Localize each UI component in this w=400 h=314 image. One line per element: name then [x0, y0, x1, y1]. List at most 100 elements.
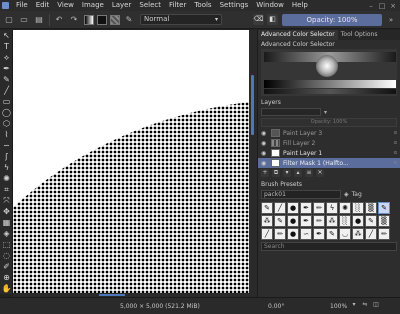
brush-preset[interactable]: ✏ — [274, 228, 286, 240]
multibrush-icon[interactable]: ✺ — [0, 173, 13, 184]
tag-dropdown[interactable]: Tag — [352, 191, 362, 198]
brush-preset[interactable]: ✺ — [339, 202, 351, 214]
edit-shapes-icon[interactable]: ⟡ — [0, 52, 13, 63]
brush-preset[interactable]: ✎ — [261, 202, 273, 214]
layer-flags[interactable]: α — [378, 140, 400, 146]
rotation-readout[interactable]: 0.00° — [268, 303, 284, 310]
select-shapes-icon[interactable]: ↖ — [0, 30, 13, 41]
brush-preset[interactable]: ϟ — [326, 202, 338, 214]
menu-select[interactable]: Select — [135, 0, 165, 11]
ellipse-tool-icon[interactable]: ◯ — [0, 107, 13, 118]
brush-preset[interactable]: ░ — [352, 202, 364, 214]
layer-flags[interactable]: α — [378, 150, 400, 156]
crop-tool-icon[interactable]: ⌗ — [0, 184, 13, 195]
wrap-icon[interactable]: ◫ — [372, 301, 380, 309]
brush-preset[interactable]: ● — [352, 215, 364, 227]
menu-window[interactable]: Window — [252, 0, 288, 11]
alpha-lock-icon[interactable]: ◧ — [267, 14, 278, 25]
filter-icon[interactable]: ▾ — [324, 109, 327, 116]
menu-view[interactable]: View — [53, 0, 78, 11]
menu-settings[interactable]: Settings — [216, 0, 253, 11]
color-picker-icon[interactable]: ✐ — [0, 261, 13, 272]
brush-preset[interactable]: ✏ — [378, 228, 390, 240]
canvas[interactable] — [13, 30, 257, 293]
brush-tag-filter[interactable]: pack01 — [261, 190, 341, 199]
brush-search-input[interactable]: Search — [261, 242, 397, 251]
move-tool-icon[interactable]: ✥ — [0, 206, 13, 217]
brush-preset[interactable]: ✒ — [300, 215, 312, 227]
transform-tool-icon[interactable]: ⤧ — [0, 195, 13, 206]
brush-preset[interactable]: ✎ — [274, 215, 286, 227]
duplicate-layer-icon[interactable]: ⧉ — [272, 169, 280, 177]
brush-preset[interactable]: ╱ — [274, 202, 286, 214]
visibility-eye-icon[interactable]: ◉ — [261, 140, 268, 147]
layer-flags[interactable]: α — [378, 130, 400, 136]
mirror-icon[interactable]: ⇋ — [361, 301, 369, 309]
freehand-brush-icon[interactable]: ✎ — [0, 74, 13, 85]
layer-properties-icon[interactable]: ≡ — [305, 169, 313, 177]
tab-advanced-color-selector[interactable]: Advanced Color Selector — [258, 30, 338, 40]
brush-preset[interactable]: ✏ — [313, 215, 325, 227]
undo-icon[interactable]: ↶ — [53, 14, 65, 26]
calligraphy-icon[interactable]: ✒ — [0, 63, 13, 74]
brush-preset[interactable]: ⁂ — [352, 228, 364, 240]
close-icon[interactable]: × — [389, 2, 397, 10]
layer-row[interactable]: ◉ Paint Layer 1 α — [258, 148, 400, 158]
tab-tool-options[interactable]: Tool Options — [338, 30, 381, 40]
maximize-icon[interactable]: □ — [378, 2, 386, 10]
brush-preset[interactable]: ╱ — [365, 228, 377, 240]
menu-image[interactable]: Image — [78, 0, 108, 11]
gradient-swatch[interactable] — [84, 14, 94, 25]
eraser-mode-icon[interactable]: ⌫ — [253, 14, 264, 25]
visibility-eye-icon[interactable]: ◉ — [261, 130, 268, 137]
polygon-tool-icon[interactable]: ⬡ — [0, 118, 13, 129]
hue-bar[interactable] — [264, 89, 396, 94]
gradient-tool-icon[interactable]: ▦ — [0, 217, 13, 228]
value-gradient-bar[interactable] — [264, 80, 396, 88]
redo-icon[interactable]: ↷ — [68, 14, 80, 26]
brush-preset[interactable]: ● — [287, 228, 299, 240]
more-options-icon[interactable]: » — [386, 15, 396, 25]
layer-row[interactable]: ◉ Fill Layer 2 α — [258, 138, 400, 148]
bezier-tool-icon[interactable]: ∽ — [0, 140, 13, 151]
brush-preset[interactable]: ● — [287, 215, 299, 227]
opacity-slider[interactable]: Opacity: 100% — [282, 14, 382, 26]
freehand-path-icon[interactable]: ʃ — [0, 151, 13, 162]
brush-preset[interactable]: ✎ — [365, 215, 377, 227]
zoom-tool-icon[interactable]: ⊕ — [0, 272, 13, 283]
canvas-vertical-scrollbar[interactable] — [249, 30, 257, 293]
open-document-icon[interactable]: ▭ — [18, 14, 30, 26]
text-tool-icon[interactable]: T — [0, 41, 13, 52]
rectangle-tool-icon[interactable]: ▭ — [0, 96, 13, 107]
new-document-icon[interactable]: ▢ — [3, 14, 15, 26]
visibility-eye-icon[interactable]: ◉ — [261, 160, 268, 167]
color-swatch[interactable] — [97, 14, 107, 25]
brush-preset[interactable]: ⁂ — [261, 215, 273, 227]
layer-opacity-slider[interactable]: Opacity: 100% — [261, 118, 397, 127]
color-wheel[interactable] — [316, 55, 338, 77]
brush-preset[interactable]: ✒ — [313, 228, 325, 240]
tag-icon[interactable]: ◈ — [344, 191, 349, 198]
menu-file[interactable]: File — [12, 0, 32, 11]
brush-preset[interactable]: ◡ — [339, 228, 351, 240]
add-layer-icon[interactable]: + — [261, 169, 269, 177]
delete-layer-icon[interactable]: ✕ — [316, 169, 324, 177]
save-document-icon[interactable]: ▤ — [33, 14, 45, 26]
minimize-icon[interactable]: – — [367, 2, 375, 10]
menu-layer[interactable]: Layer — [108, 0, 136, 11]
menu-filter[interactable]: Filter — [165, 0, 190, 11]
dynamic-brush-icon[interactable]: ϟ — [0, 162, 13, 173]
fill-tool-icon[interactable]: ◈ — [0, 228, 13, 239]
brush-preset-selected[interactable]: ✎ — [378, 202, 390, 214]
visibility-eye-icon[interactable]: ◉ — [261, 150, 268, 157]
brush-preset[interactable]: ░ — [339, 215, 351, 227]
brush-preset[interactable]: ✒ — [300, 202, 312, 214]
brush-preset[interactable]: ✎ — [326, 228, 338, 240]
scrollbar-thumb[interactable] — [99, 294, 125, 296]
brush-preset[interactable]: ● — [287, 202, 299, 214]
zoom-readout[interactable]: 100% — [330, 303, 347, 310]
pattern-swatch[interactable] — [110, 14, 120, 25]
blend-mode-select[interactable]: Normal ▾ — [140, 14, 222, 25]
pan-tool-icon[interactable]: ✋ — [0, 283, 13, 294]
brush-preset-icon[interactable]: ✎ — [123, 14, 135, 26]
